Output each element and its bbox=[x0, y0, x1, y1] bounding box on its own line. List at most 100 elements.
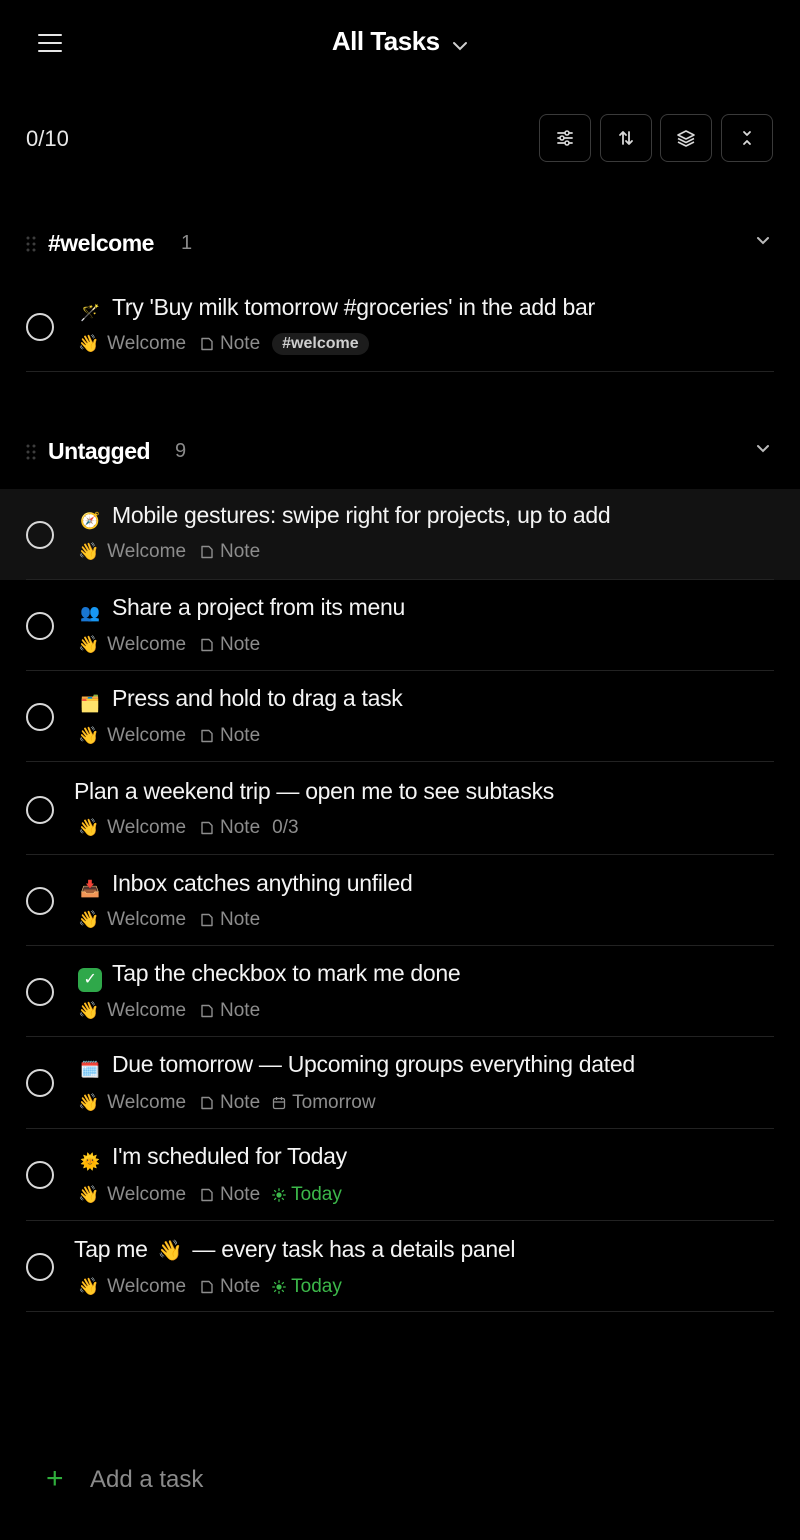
task-row[interactable]: 🗓️ Due tomorrow — Upcoming groups everyth… bbox=[0, 1037, 800, 1129]
task-title-row: 🗂️ Press and hold to drag a task bbox=[78, 685, 403, 717]
chevron-down-icon[interactable] bbox=[756, 444, 770, 453]
view-switcher[interactable]: All Tasks bbox=[0, 26, 800, 57]
folder-icon: 🗂️ bbox=[80, 696, 100, 713]
note-icon bbox=[201, 1280, 213, 1294]
task-type: Note bbox=[220, 541, 261, 562]
task-type: Note bbox=[220, 1184, 261, 1205]
add-task-label: Add a task bbox=[90, 1466, 204, 1493]
task-title-row: Tap me 👋 — every task has a details pane… bbox=[74, 1236, 516, 1263]
task-title-row: 🗓️ Due tomorrow — Upcoming groups everyth… bbox=[78, 1051, 635, 1083]
chevron-down-icon[interactable] bbox=[756, 236, 770, 245]
task-checkbox[interactable] bbox=[26, 313, 54, 341]
page-title: All Tasks bbox=[331, 26, 440, 56]
task-title-row: ✓ Tap the checkbox to mark me done bbox=[78, 960, 461, 992]
task-checkbox[interactable] bbox=[26, 521, 54, 549]
task-row[interactable]: 🪄 Try 'Buy milk tomorrow #groceries' in t… bbox=[0, 281, 800, 372]
task-row[interactable]: 👥 Share a project from its menu 👋 Welcome … bbox=[0, 580, 800, 671]
note-icon bbox=[201, 821, 213, 835]
note-icon bbox=[201, 1004, 213, 1018]
task-meta: 👋 Welcome Note bbox=[78, 634, 260, 656]
task-project: Welcome bbox=[107, 1000, 187, 1021]
waving-hand-icon: 👋 bbox=[78, 1001, 100, 1020]
task-type: Note bbox=[220, 1092, 261, 1113]
task-title: I'm scheduled for Today bbox=[112, 1143, 347, 1169]
sliders-icon bbox=[557, 130, 573, 146]
task-row[interactable]: 📥 Inbox catches anything unfiled 👋 Welcome… bbox=[0, 855, 800, 946]
filter-button[interactable] bbox=[539, 114, 591, 162]
group-count: 1 bbox=[181, 232, 193, 254]
waving-hand-icon: 👋 bbox=[78, 334, 100, 353]
task-row[interactable]: Plan a weekend trip — open me to see sub… bbox=[0, 762, 800, 855]
task-title: Plan a weekend trip — open me to see sub… bbox=[74, 778, 555, 804]
layers-icon bbox=[677, 130, 695, 147]
task-type: Note bbox=[220, 817, 261, 838]
collapse-all-button[interactable] bbox=[721, 114, 773, 162]
sun-small-icon bbox=[272, 1188, 287, 1202]
divider bbox=[26, 1311, 774, 1312]
task-title: Inbox catches anything unfiled bbox=[112, 870, 413, 896]
task-checkbox[interactable] bbox=[26, 1069, 54, 1097]
task-row[interactable]: ✓ Tap the checkbox to mark me done 👋 Welco… bbox=[0, 946, 800, 1037]
group-title: Untagged bbox=[48, 438, 151, 464]
group-count: 9 bbox=[175, 440, 187, 462]
sort-button[interactable] bbox=[600, 114, 652, 162]
inbox-tray-icon: 📥 bbox=[80, 881, 100, 898]
calendar-icon: 🗓️ bbox=[80, 1062, 100, 1079]
due-date-label: Today bbox=[291, 1184, 342, 1205]
drag-handle-icon[interactable] bbox=[26, 444, 36, 460]
task-title: Tap me bbox=[74, 1236, 148, 1262]
task-title-row: 🪄 Try 'Buy milk tomorrow #groceries' in t… bbox=[78, 294, 595, 326]
task-type: Note bbox=[220, 1000, 261, 1021]
group-title: #welcome bbox=[48, 230, 154, 256]
task-title: Tap the checkbox to mark me done bbox=[112, 960, 461, 986]
note-icon bbox=[201, 1096, 213, 1110]
due-date-label: Tomorrow bbox=[292, 1092, 376, 1113]
drag-handle-icon[interactable] bbox=[26, 236, 36, 252]
note-icon bbox=[201, 729, 213, 743]
task-meta: 👋 Welcome Note bbox=[78, 725, 260, 747]
task-meta: 👋 Welcome Note 0/3 bbox=[78, 817, 299, 839]
sort-arrows-icon bbox=[619, 131, 633, 145]
divider bbox=[26, 371, 774, 372]
due-date: Today bbox=[272, 1276, 342, 1298]
task-type: Note bbox=[220, 909, 261, 930]
task-checkbox[interactable] bbox=[26, 887, 54, 915]
sun-icon: 🌞 bbox=[80, 1154, 100, 1171]
subtask-count: 0/3 bbox=[272, 817, 299, 838]
group-header-untagged[interactable]: Untagged 9 bbox=[0, 432, 800, 472]
task-title: Share a project from its menu bbox=[112, 594, 405, 620]
task-checkbox[interactable] bbox=[26, 1161, 54, 1189]
task-row[interactable]: 🌞 I'm scheduled for Today 👋 Welcome Note T… bbox=[0, 1129, 800, 1221]
magic-wand-icon: 🪄 bbox=[80, 305, 100, 322]
task-title-rest: — every task has a details panel bbox=[192, 1236, 516, 1262]
task-row[interactable]: 🧭 Mobile gestures: swipe right for projec… bbox=[0, 489, 800, 580]
task-project: Welcome bbox=[107, 634, 187, 655]
task-checkbox[interactable] bbox=[26, 703, 54, 731]
group-by-button[interactable] bbox=[660, 114, 712, 162]
task-checkbox[interactable] bbox=[26, 612, 54, 640]
task-project: Welcome bbox=[107, 541, 187, 562]
task-title: Try 'Buy milk tomorrow #groceries' in th… bbox=[112, 294, 595, 320]
completed-count: 0/10 bbox=[26, 126, 69, 151]
task-title-row: 👥 Share a project from its menu bbox=[78, 594, 405, 626]
task-meta: 👋 Welcome Note bbox=[78, 909, 260, 931]
tag-badge[interactable]: #welcome bbox=[272, 333, 369, 355]
task-meta: 👋 Welcome Note bbox=[78, 541, 260, 563]
task-title: Press and hold to drag a task bbox=[112, 685, 403, 711]
due-date-label: Today bbox=[291, 1276, 342, 1297]
task-title-row: 📥 Inbox catches anything unfiled bbox=[78, 870, 413, 902]
note-icon bbox=[201, 337, 213, 351]
note-icon bbox=[201, 913, 213, 927]
task-checkbox[interactable] bbox=[26, 978, 54, 1006]
task-type: Note bbox=[220, 1276, 261, 1297]
note-icon bbox=[201, 638, 213, 652]
task-title-row: 🌞 I'm scheduled for Today bbox=[78, 1143, 347, 1175]
task-checkbox[interactable] bbox=[26, 1253, 54, 1281]
waving-hand-icon: 👋 bbox=[78, 1277, 100, 1296]
task-project: Welcome bbox=[107, 909, 187, 930]
task-row[interactable]: Tap me 👋 — every task has a details pane… bbox=[0, 1221, 800, 1312]
task-checkbox[interactable] bbox=[26, 796, 54, 824]
group-header-welcome[interactable]: #welcome 1 bbox=[0, 224, 800, 264]
task-meta: 👋 Welcome Note Tomorrow bbox=[78, 1092, 376, 1114]
task-row[interactable]: 🗂️ Press and hold to drag a task 👋 Welcome… bbox=[0, 671, 800, 762]
